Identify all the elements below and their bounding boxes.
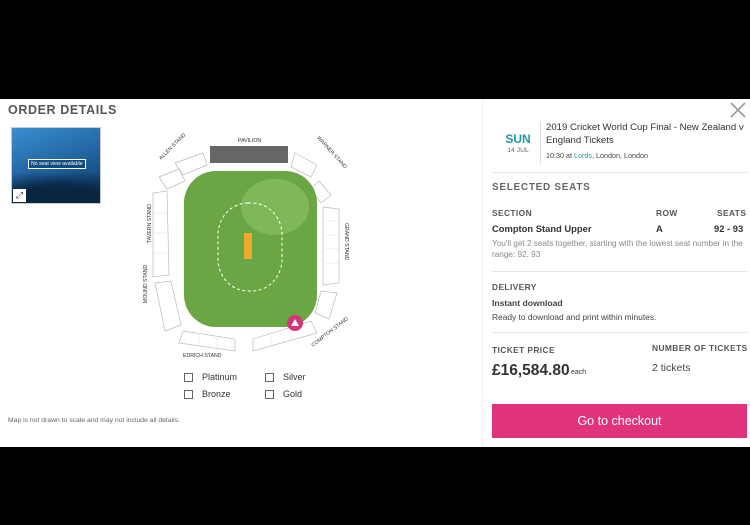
ticket-price-label: TICKET PRICE xyxy=(492,345,555,355)
order-details-modal: ORDER DETAILS No seat view available ⤢ P… xyxy=(0,99,750,447)
delivery-label: DELIVERY xyxy=(492,282,537,292)
modal-title: ORDER DETAILS xyxy=(8,103,117,117)
stand-block-east-low xyxy=(314,290,338,320)
field-highlight xyxy=(241,179,309,235)
legend-item-platinum[interactable]: Platinum xyxy=(184,372,237,382)
order-summary-panel: SUN 14 JUL 2019 Cricket World Cup Final … xyxy=(482,99,750,447)
stand-label-tavern: TAVERN STAND xyxy=(147,204,153,243)
venue-at: at xyxy=(566,151,572,160)
stand-block-grand xyxy=(322,206,340,286)
stand-block-mound xyxy=(154,280,182,332)
checkout-button[interactable]: Go to checkout xyxy=(492,404,747,438)
legend-label: Gold xyxy=(283,389,303,399)
seat-view-thumbnail[interactable]: No seat view available ⤢ xyxy=(11,127,101,204)
stand-block-tavern xyxy=(152,190,170,278)
price-unit: each xyxy=(571,369,587,376)
ticket-price: £16,584.80 xyxy=(492,362,570,379)
legend-label: Bronze xyxy=(202,389,231,399)
seats-header: SEATS xyxy=(717,208,747,218)
map-disclaimer: Map is not drawn to scale and may not in… xyxy=(8,417,180,424)
checkbox-silver[interactable] xyxy=(265,372,274,382)
event-title: 2019 Cricket World Cup Final - New Zeala… xyxy=(546,122,744,146)
stadium-map[interactable]: PAVILION ALLEN STAND WARNER STAND TAVERN… xyxy=(135,125,355,365)
delivery-type: Instant download xyxy=(492,298,563,308)
legend-item-silver[interactable]: Silver xyxy=(265,372,306,382)
seats-note: You'll get 2 seats together, starting wi… xyxy=(492,239,743,259)
stand-label-edrich: EDRICH STAND xyxy=(183,353,222,359)
divider xyxy=(492,271,747,272)
divider xyxy=(492,332,747,333)
seats-value: 92 - 93 xyxy=(714,223,744,234)
venue-link[interactable]: Lords xyxy=(574,151,592,160)
row-header: ROW xyxy=(656,208,678,218)
no-seat-view-label: No seat view available xyxy=(28,159,86,169)
legend-label: Platinum xyxy=(202,372,238,382)
legend-label: Silver xyxy=(283,372,306,382)
divider xyxy=(492,172,747,173)
legend-item-bronze[interactable]: Bronze xyxy=(184,389,231,399)
legend-item-gold[interactable]: Gold xyxy=(265,389,302,399)
date-label: 14 JUL xyxy=(507,147,529,154)
delivery-description: Ready to download and print within minut… xyxy=(492,312,657,322)
stand-block-edrich xyxy=(178,330,236,352)
row-value: A xyxy=(656,223,663,234)
event-venue: 10:30 at Lords, London, London xyxy=(546,151,648,160)
event-date: SUN 14 JUL xyxy=(499,132,537,154)
checkbox-gold[interactable] xyxy=(265,389,274,399)
event-time: 10:30 xyxy=(546,151,564,160)
number-of-tickets-label: NUMBER OF TICKETS xyxy=(652,343,748,353)
section-value: Compton Stand Upper xyxy=(492,223,592,234)
selected-seats-title: SELECTED SEATS xyxy=(492,182,591,193)
checkbox-bronze[interactable] xyxy=(184,389,193,399)
ticket-count: 2 tickets xyxy=(652,362,691,374)
stand-label-pavilion: PAVILION xyxy=(238,138,261,144)
checkbox-platinum[interactable] xyxy=(184,372,193,382)
stand-label-allen: ALLEN STAND xyxy=(158,132,187,161)
pavilion xyxy=(210,146,288,163)
stand-label-grand: GRAND STAND xyxy=(343,223,349,261)
day-of-week: SUN xyxy=(505,132,531,146)
stand-label-warner: WARNER STAND xyxy=(316,135,348,170)
section-header: SECTION xyxy=(492,208,533,218)
stand-label-mound: MOUND STAND xyxy=(143,265,149,303)
expand-icon[interactable]: ⤢ xyxy=(13,189,26,202)
pitch xyxy=(244,233,252,259)
venue-location: , London, London xyxy=(591,151,648,160)
date-divider xyxy=(540,122,541,164)
